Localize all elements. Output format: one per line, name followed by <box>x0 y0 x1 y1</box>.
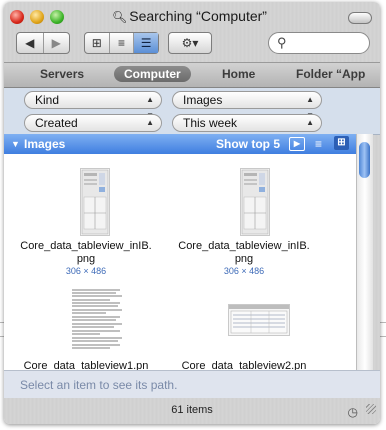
result-item[interactable]: Core_data_tableview_inIB. png 306 × 486 <box>164 240 324 277</box>
column-view-button[interactable]: ☰ <box>133 33 159 53</box>
section-icon-view-icon[interactable]: ⊞ <box>334 136 349 150</box>
result-item[interactable]: Core_data_tableview1.pn <box>6 360 166 370</box>
result-item[interactable]: Core_data_tableview2.pn <box>164 360 324 370</box>
criteria-created-popup[interactable]: Created▲▼ <box>24 114 162 143</box>
title-bar[interactable]: 🔍︎ Searching “Computer” ◀ ▶ ⊞ ≡ ☰ ⚙▾ ⚲ <box>4 2 380 60</box>
back-button[interactable]: ◀ <box>17 33 43 53</box>
back-arrow-icon: ◀ <box>25 36 35 50</box>
result-thumbnail[interactable] <box>228 304 290 336</box>
progress-spinner-icon: ◷ <box>347 405 358 419</box>
show-top-link[interactable]: Show top 5 <box>216 134 280 154</box>
back-forward-group: ◀ ▶ <box>16 32 70 54</box>
resize-grip-icon[interactable] <box>366 404 376 414</box>
search-icon: ⚲ <box>277 35 287 50</box>
window-title: 🔍︎ Searching “Computer” <box>112 8 267 24</box>
item-count: 61 items <box>171 404 213 416</box>
search-field[interactable]: ⚲ <box>268 32 370 54</box>
zoom-button[interactable] <box>50 10 64 24</box>
result-dimensions: 306 × 486 <box>223 266 265 276</box>
result-thumbnail[interactable] <box>70 286 126 354</box>
tab-folder[interactable]: Folder “App <box>296 67 365 81</box>
result-filename: Core_data_tableview2.pn <box>181 360 307 370</box>
tab-computer[interactable]: Computer <box>114 66 191 82</box>
criteria-kind-label: Kind <box>35 93 60 107</box>
section-list-view-icon[interactable]: ≡ <box>315 134 322 154</box>
result-item[interactable]: Core_data_tableview_inIB. png 306 × 486 <box>6 240 166 277</box>
magnifier-icon: 🔍︎ <box>112 10 128 24</box>
result-filename: Core_data_tableview_inIB. png <box>20 240 152 265</box>
gear-icon: ⚙▾ <box>181 36 199 50</box>
tab-home[interactable]: Home <box>222 67 255 81</box>
finder-window: 🔍︎ Searching “Computer” ◀ ▶ ⊞ ≡ ☰ ⚙▾ ⚲ Se… <box>4 2 380 424</box>
result-dimensions: 306 × 486 <box>65 266 107 276</box>
forward-arrow-icon: ▶ <box>51 36 61 50</box>
status-bar: 61 items ◷ <box>4 398 380 424</box>
screenshot-thumbnail-icon <box>229 305 289 334</box>
criteria-created-value-popup[interactable]: This week▲▼ <box>172 114 322 143</box>
path-hint-text: Select an item to see its path. <box>20 378 178 392</box>
column-view-icon: ☰ <box>140 36 152 50</box>
action-menu-button[interactable]: ⚙▾ <box>168 32 212 54</box>
icon-view-button[interactable]: ⊞ <box>85 33 109 53</box>
criteria-kind-value: Images <box>183 93 223 107</box>
criteria-kind-value-popup[interactable]: Images▲▼ <box>172 91 322 120</box>
slideshow-play-icon[interactable]: ▶ <box>289 137 305 151</box>
result-thumbnail[interactable] <box>80 168 110 236</box>
result-filename: Core_data_tableview_inIB. png <box>178 240 310 265</box>
screenshot-thumbnail-icon <box>241 169 269 235</box>
search-scope-bar: Servers Computer Home Folder “App <box>4 62 380 88</box>
images-section-header[interactable]: ▼ Images Show top 5 ▶ ≡ ⊞ <box>4 134 356 154</box>
forward-button[interactable]: ▶ <box>42 33 70 53</box>
screenshot-thumbnail-icon <box>81 169 109 235</box>
view-mode-group: ⊞ ≡ ☰ <box>84 32 159 54</box>
action-gear: ⚙▾ <box>169 33 211 53</box>
section-title: Images <box>24 137 66 151</box>
list-view-button[interactable]: ≡ <box>108 33 134 53</box>
icon-view-icon: ⊞ <box>91 36 102 50</box>
criteria-created-value: This week <box>183 116 238 130</box>
result-filename: Core_data_tableview1.pn <box>23 360 149 370</box>
search-criteria: Kind▲▼ Images▲▼ Created▲▼ This week▲▼ <box>4 88 380 143</box>
vertical-scrollbar[interactable] <box>356 134 373 370</box>
scroll-thumb[interactable] <box>359 142 370 178</box>
window-title-text: Searching “Computer” <box>129 8 267 24</box>
result-thumbnail[interactable] <box>240 168 270 236</box>
document-thumbnail-icon <box>72 289 122 349</box>
toolbar-toggle-button[interactable] <box>348 12 372 24</box>
disclosure-triangle-icon[interactable]: ▼ <box>11 134 20 154</box>
list-view-icon: ≡ <box>118 36 126 50</box>
criteria-kind-popup[interactable]: Kind▲▼ <box>24 91 162 120</box>
minimize-button[interactable] <box>30 10 44 24</box>
close-button[interactable] <box>10 10 24 24</box>
criteria-created-label: Created <box>35 116 78 130</box>
path-bar: Select an item to see its path. <box>4 370 380 398</box>
tab-servers[interactable]: Servers <box>40 67 84 81</box>
results-grid: Core_data_tableview_inIB. png 306 × 486 … <box>4 154 356 370</box>
